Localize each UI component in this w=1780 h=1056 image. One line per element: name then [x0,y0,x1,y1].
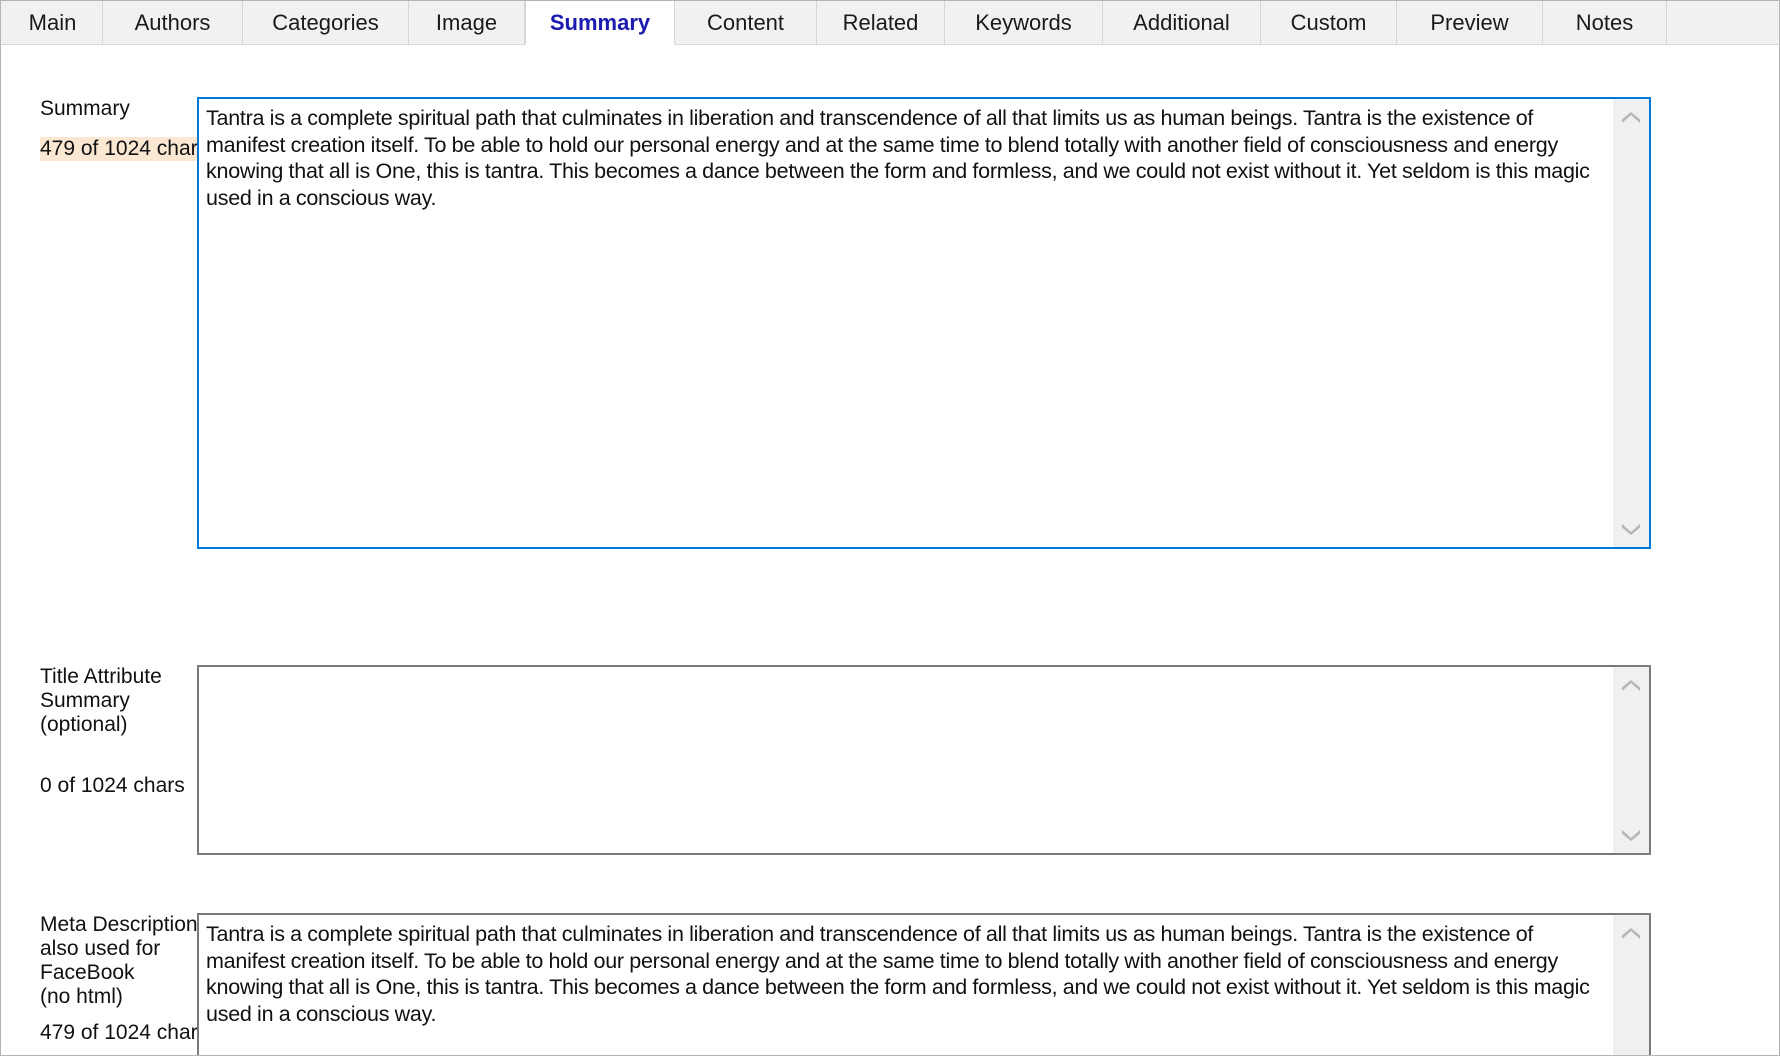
tab-label: Keywords [975,9,1072,35]
scroll-down-icon[interactable] [1613,1045,1649,1055]
summary-char-counter: 479 of 1024 chars [40,137,209,161]
tab-label: Related [842,9,919,35]
scroll-down-icon[interactable] [1613,513,1649,543]
summary-scrollbar[interactable] [1613,99,1649,547]
meta-description-label-line1: Meta Description [40,913,198,936]
title-attribute-summary-label-line3: (optional) [40,713,128,736]
tab-authors[interactable]: Authors [103,1,243,44]
tab-label: Notes [1575,9,1634,35]
tab-notes[interactable]: Notes [1543,1,1667,44]
scroll-down-icon[interactable] [1613,819,1649,849]
article-editor-window: Main Authors Categories Image Summary Content… [0,0,1780,1056]
meta-description-field-row: Meta Description also used for FaceBook … [1,913,1651,1055]
summary-tab-panel: Summary 479 of 1024 chars Tantra is a co… [1,45,1779,1055]
title-attribute-summary-field-row: Title Attribute Summary (optional) 0 of … [1,665,1651,855]
tab-label: Summary [549,9,651,35]
tab-label: Main [28,9,77,35]
summary-label: Summary [40,97,130,120]
title-attribute-summary-textarea-value[interactable] [199,667,1613,853]
tab-main[interactable]: Main [3,1,103,44]
tab-label: Image [435,9,498,35]
scroll-up-icon[interactable] [1613,103,1649,133]
summary-label-column: Summary 479 of 1024 chars [1,97,209,549]
meta-description-label-line4: (no html) [40,985,123,1008]
tab-label: Content [706,9,785,35]
meta-description-char-counter: 479 of 1024 chars [40,1021,209,1044]
meta-description-scrollbar[interactable] [1613,915,1649,1055]
tab-keywords[interactable]: Keywords [945,1,1103,44]
tab-related[interactable]: Related [817,1,945,44]
tab-content[interactable]: Content [675,1,817,44]
title-attribute-summary-label-column: Title Attribute Summary (optional) 0 of … [1,665,197,855]
tab-categories[interactable]: Categories [243,1,409,44]
summary-textarea[interactable]: Tantra is a complete spiritual path that… [197,97,1651,549]
meta-description-label-column: Meta Description also used for FaceBook … [1,913,208,1055]
tab-label: Authors [134,9,211,35]
scroll-up-icon[interactable] [1613,671,1649,701]
tab-bar: Main Authors Categories Image Summary Content… [1,1,1779,45]
tab-summary[interactable]: Summary [525,1,675,45]
summary-textarea-value[interactable]: Tantra is a complete spiritual path that… [199,99,1613,547]
title-attribute-summary-label-line2: Summary [40,689,130,712]
meta-description-textarea-value[interactable]: Tantra is a complete spiritual path that… [199,915,1613,1055]
title-attribute-summary-textarea[interactable] [197,665,1651,855]
meta-description-label-line3: FaceBook [40,961,135,984]
tab-preview[interactable]: Preview [1397,1,1543,44]
meta-description-textarea[interactable]: Tantra is a complete spiritual path that… [197,913,1651,1055]
tab-additional[interactable]: Additional [1103,1,1261,44]
tab-image[interactable]: Image [409,1,525,44]
tab-label: Custom [1290,9,1367,35]
tab-label: Categories [272,9,379,35]
scroll-up-icon[interactable] [1613,919,1649,949]
summary-field-row: Summary 479 of 1024 chars Tantra is a co… [1,97,1651,549]
title-attribute-summary-scrollbar[interactable] [1613,667,1649,853]
tab-custom[interactable]: Custom [1261,1,1397,44]
meta-description-label-line2: also used for [40,937,161,960]
tab-label: Additional [1133,9,1230,35]
title-attribute-summary-label-line1: Title Attribute [40,665,162,688]
tab-label: Preview [1430,9,1509,35]
title-attribute-summary-char-counter: 0 of 1024 chars [40,774,185,797]
